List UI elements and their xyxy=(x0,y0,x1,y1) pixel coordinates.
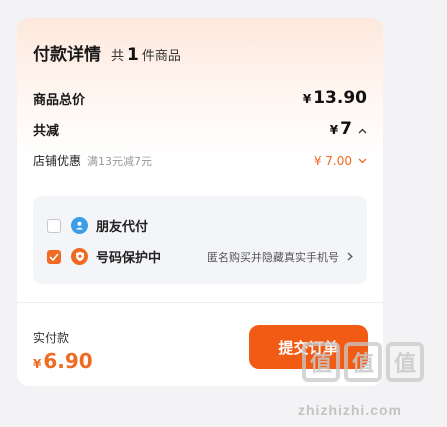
store-discount-label: 店铺优惠 xyxy=(33,154,82,168)
item-count: 1 xyxy=(127,45,139,65)
store-discount-value: ¥ 7.00 xyxy=(313,153,352,168)
watermark-text: zhizhizhi.com xyxy=(298,402,402,418)
number-protect-label: 号码保护中 xyxy=(96,251,162,266)
paid-label: 实付款 xyxy=(33,331,70,345)
goods-total-row: 商品总价 ¥ 13.90 xyxy=(33,88,367,108)
number-protect-checkbox[interactable] xyxy=(47,249,61,264)
watermark-logo-char: 值 xyxy=(344,342,382,382)
item-count-suffix: 件商品 xyxy=(141,49,181,64)
friend-pay-label: 朋友代付 xyxy=(96,220,149,235)
discount-total-amount[interactable]: ¥ 7 xyxy=(330,119,367,139)
watermark-logo-char: 值 xyxy=(302,342,340,382)
currency-symbol: ¥ xyxy=(33,357,42,371)
item-count-prefix: 共 xyxy=(111,49,125,64)
friend-pay-checkbox[interactable] xyxy=(47,218,61,233)
goods-total-label: 商品总价 xyxy=(33,92,86,108)
chevron-up-icon[interactable] xyxy=(358,124,367,137)
friend-pay-option[interactable]: 朋友代付 xyxy=(47,216,353,235)
number-protect-hint: 匿名购买并隐藏真实手机号 xyxy=(207,250,339,264)
paid-value: 6.90 xyxy=(43,349,93,373)
section-divider xyxy=(17,302,383,303)
store-discount-rule: 满13元减7元 xyxy=(87,154,153,168)
number-protect-hint-link[interactable]: 匿名购买并隐藏真实手机号 xyxy=(207,249,353,265)
chevron-right-icon xyxy=(347,250,353,264)
discount-total-row[interactable]: 共减 ¥ 7 xyxy=(33,119,367,139)
watermark-logo: 值 值 值 xyxy=(302,342,428,382)
paid-amount: ¥ 6.90 xyxy=(33,349,93,373)
discount-total-value: 7 xyxy=(340,119,352,139)
goods-total-amount: ¥ 13.90 xyxy=(303,88,367,108)
page-title: 付款详情 xyxy=(33,45,101,65)
payment-details-card: 付款详情 共 1 件商品 商品总价 ¥ 13.90 共减 ¥ 7 店铺优惠 满1… xyxy=(17,18,383,386)
paid-amount-block: 实付款 ¥ 6.90 xyxy=(33,329,93,373)
chevron-down-icon[interactable] xyxy=(358,154,367,167)
store-discount-amount[interactable]: ¥ 7.00 xyxy=(314,154,367,168)
discount-total-label: 共减 xyxy=(33,123,60,139)
store-discount-info: 店铺优惠 满13元减7元 xyxy=(33,152,152,169)
currency-symbol: ¥ xyxy=(329,123,339,137)
goods-total-value: 13.90 xyxy=(313,88,367,108)
friend-pay-icon xyxy=(71,217,88,234)
store-discount-row[interactable]: 店铺优惠 满13元减7元 ¥ 7.00 xyxy=(33,152,367,169)
watermark-logo-char: 值 xyxy=(386,342,424,382)
currency-symbol: ¥ xyxy=(302,92,312,106)
shield-icon xyxy=(71,248,88,265)
payment-details-header: 付款详情 共 1 件商品 xyxy=(33,40,181,65)
number-protect-option[interactable]: 号码保护中 匿名购买并隐藏真实手机号 xyxy=(47,247,353,266)
payment-options-panel: 朋友代付 号码保护中 匿名购买并隐藏真实手机号 xyxy=(33,196,367,284)
